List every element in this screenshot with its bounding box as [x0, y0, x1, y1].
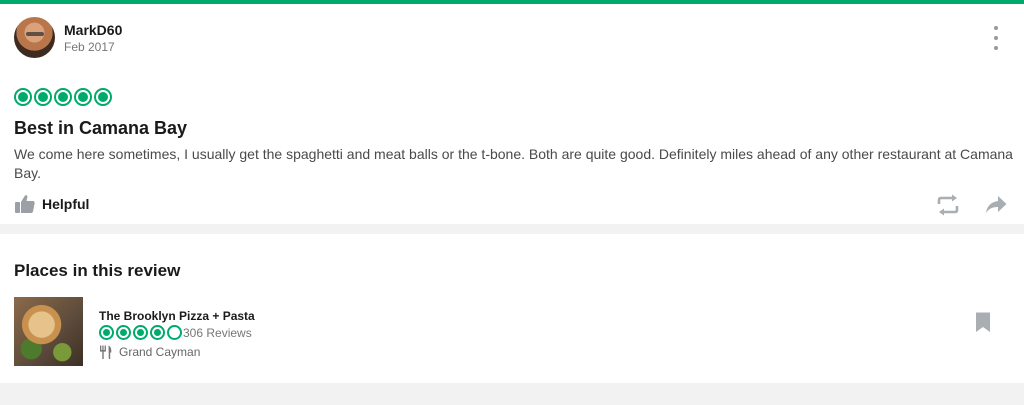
thumbs-up-icon — [15, 195, 35, 213]
place-review-count[interactable]: 306 Reviews — [183, 326, 252, 340]
place-location: Grand Cayman — [99, 345, 200, 359]
rating-bubble — [54, 88, 72, 106]
avatar-glasses — [26, 32, 44, 36]
repost-icon[interactable] — [936, 194, 960, 216]
rating-bubble — [74, 88, 92, 106]
bookmark-icon[interactable] — [975, 312, 991, 333]
avatar[interactable] — [14, 17, 55, 58]
rating-bubble — [94, 88, 112, 106]
review-rating-bubbles — [14, 88, 112, 106]
helpful-label: Helpful — [42, 196, 90, 212]
more-options-button[interactable] — [985, 26, 1007, 50]
review-title: Best in Camana Bay — [14, 118, 188, 138]
rating-bubble — [150, 325, 165, 340]
rating-bubble — [99, 325, 114, 340]
review-card: MarkD60 Feb 2017 Best in Camana Bay We c… — [0, 4, 1024, 224]
rating-bubble — [14, 88, 32, 106]
user-name[interactable]: MarkD60 — [64, 22, 122, 38]
place-name[interactable]: The Brooklyn Pizza + Pasta — [99, 309, 255, 323]
helpful-button[interactable]: Helpful — [14, 194, 89, 214]
places-heading: Places in this review — [14, 261, 181, 280]
review-body: We come here sometimes, I usually get th… — [14, 146, 1013, 181]
rating-bubble-empty — [167, 325, 182, 340]
rating-bubble — [116, 325, 131, 340]
place-location-label: Grand Cayman — [119, 345, 201, 359]
places-card: Places in this review The Brooklyn Pizza… — [0, 234, 1024, 383]
rating-bubble — [34, 88, 52, 106]
restaurant-utensils-icon — [100, 345, 112, 359]
share-arrow-icon[interactable] — [985, 195, 1007, 215]
place-thumbnail[interactable] — [14, 297, 83, 366]
rating-bubble — [133, 325, 148, 340]
place-rating-bubbles — [99, 325, 182, 340]
review-date: Feb 2017 — [64, 40, 115, 54]
more-vertical-icon — [994, 26, 998, 30]
